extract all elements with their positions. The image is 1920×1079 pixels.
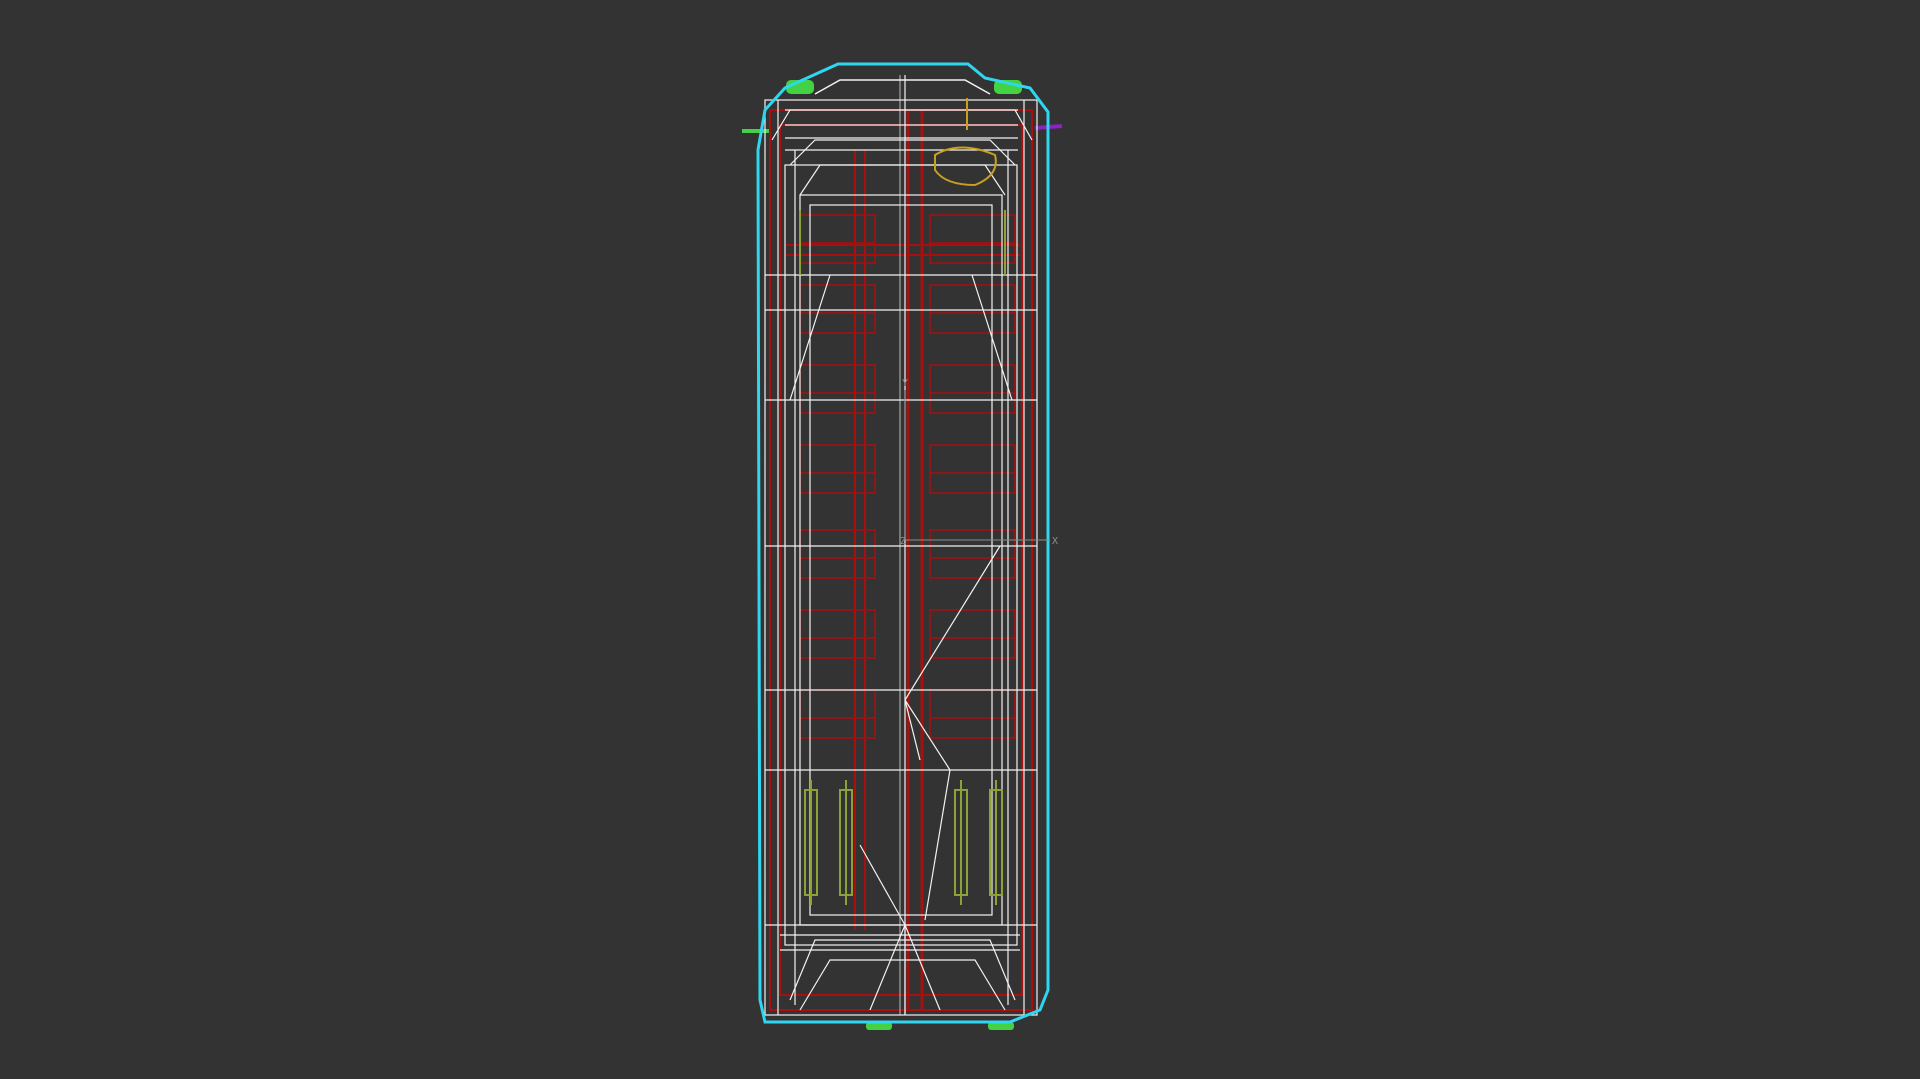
- roof-front-edge: [814, 79, 991, 95]
- steering-wheel: [934, 146, 997, 187]
- seat-block: [799, 609, 876, 659]
- gizmo-x-label: X: [1052, 536, 1058, 547]
- seat-block: [799, 444, 876, 494]
- rear-wheel-well-right: [954, 780, 1003, 905]
- seat-block: [799, 529, 876, 579]
- yellow-details: [799, 98, 1006, 905]
- seat-block: [799, 364, 876, 414]
- seat-block: [799, 689, 876, 739]
- viewport[interactable]: Y X Z: [0, 0, 1920, 1079]
- pivot-gizmo[interactable]: Y X Z: [900, 378, 1058, 547]
- gizmo-z-label: Z: [900, 536, 906, 547]
- wireframe-scene[interactable]: Y X Z: [0, 0, 1920, 1079]
- rear-wheel-well-left: [804, 780, 853, 905]
- interior-red-wireframe: [769, 109, 1033, 1011]
- gizmo-y-label: Y: [902, 378, 908, 389]
- wheels: [742, 80, 1063, 1030]
- seat-block: [799, 284, 876, 334]
